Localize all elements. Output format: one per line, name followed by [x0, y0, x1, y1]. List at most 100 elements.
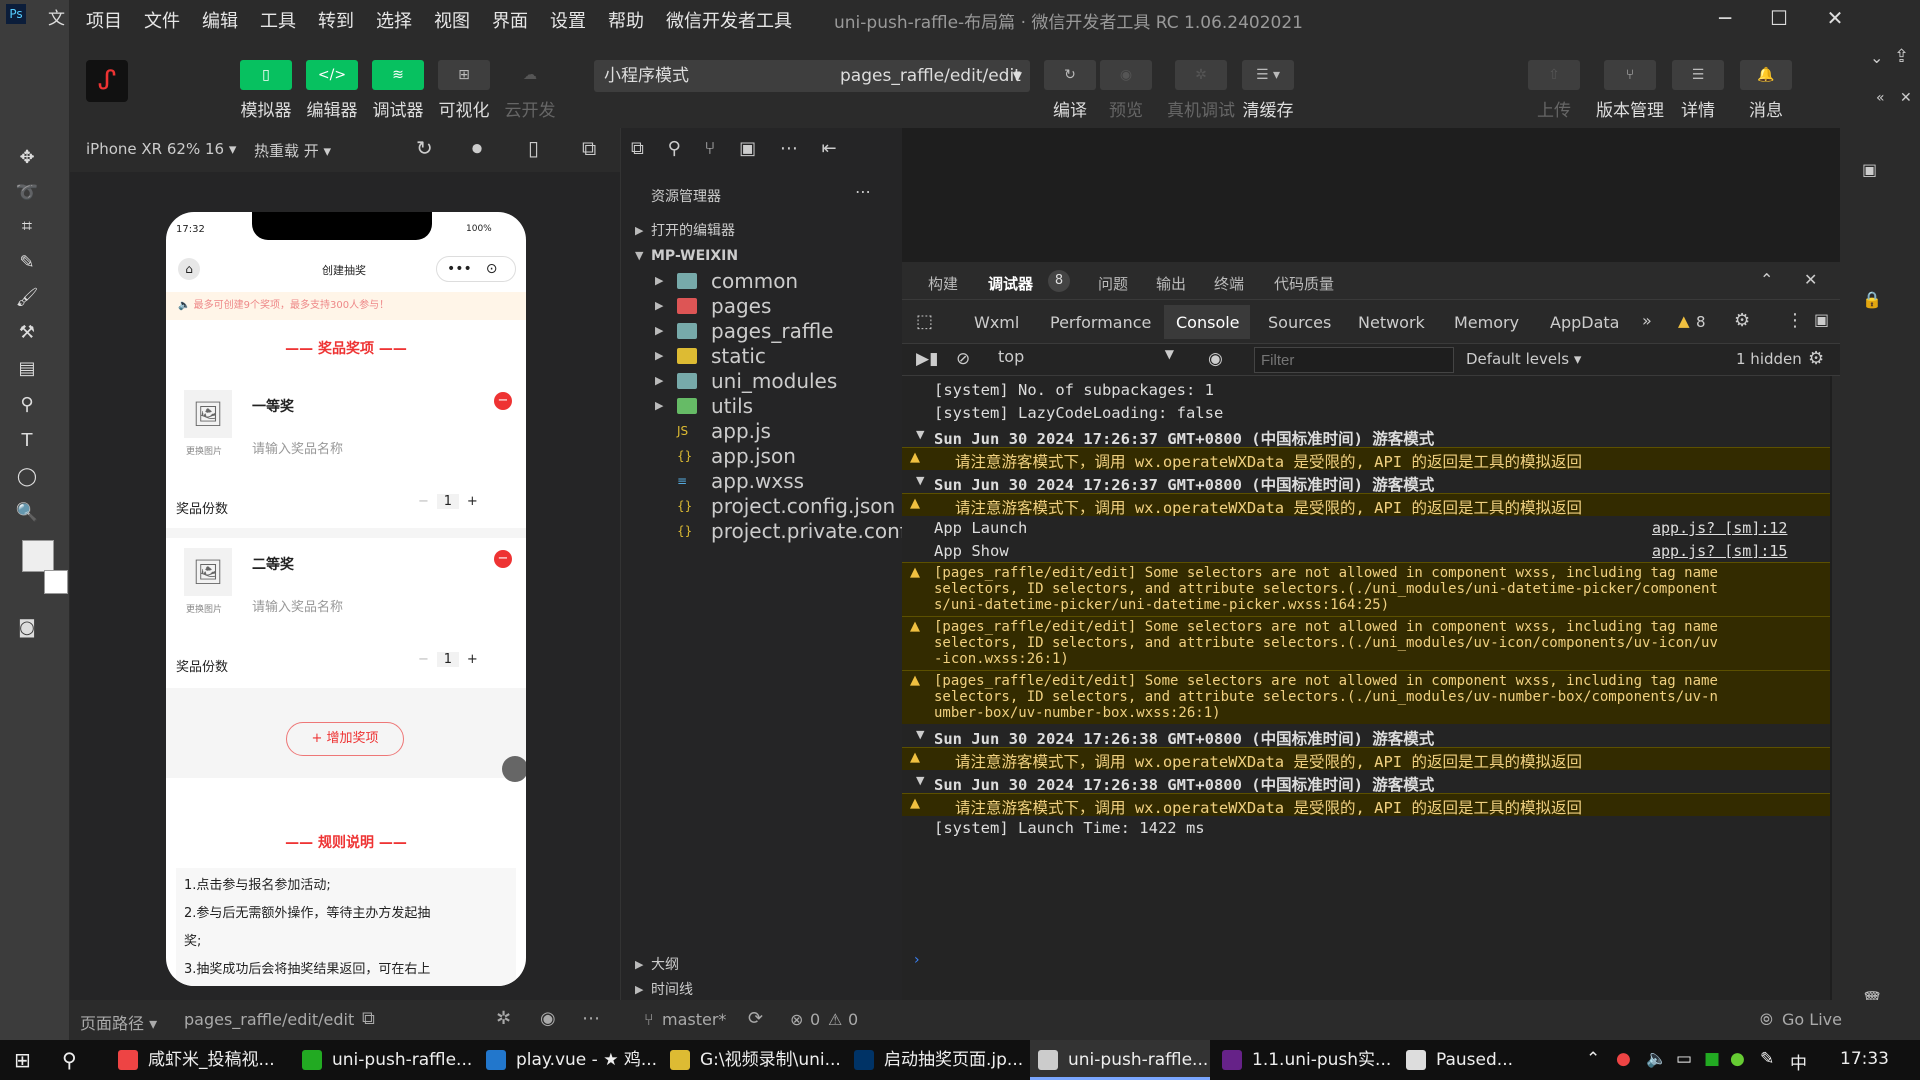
windows-start-icon[interactable]: ⊞	[14, 1048, 31, 1072]
console-group-header[interactable]: Sun Jun 30 2024 17:26:38 GMT+0800 (中国标准时…	[934, 727, 1829, 749]
tray-green-icon[interactable]: ●	[1730, 1049, 1745, 1069]
text-tool-icon[interactable]: T	[14, 428, 40, 454]
quantity-stepper[interactable]: −1 +	[418, 652, 508, 674]
gear-icon[interactable]: ⚙	[1808, 348, 1824, 369]
collapse-icon[interactable]: «	[1876, 90, 1885, 106]
close-icon[interactable]: ✕	[1900, 90, 1912, 106]
search-icon[interactable]: ⚲	[668, 138, 681, 159]
more-icon[interactable]: ⋯	[582, 1008, 600, 1029]
source-link[interactable]: app.js? [sm]:12	[1652, 519, 1787, 537]
hot-reload-toggle[interactable]: 热重载 开 ▾	[254, 140, 331, 161]
chevron-up-icon[interactable]: ⌃	[1586, 1049, 1600, 1069]
page-select[interactable]: pages_raffle/edit/edit ▼	[830, 60, 1030, 92]
capsule-menu[interactable]: ••• ⊙	[436, 256, 516, 282]
clear-cache-button[interactable]: ☰ ▾ 清缓存	[1240, 60, 1296, 121]
change-image-link[interactable]: 更换图片	[186, 444, 222, 457]
stamp-tool-icon[interactable]: ⚒	[14, 320, 40, 346]
device-select[interactable]: iPhone XR 62% 16 ▾	[86, 140, 236, 158]
menu-item[interactable]: 帮助	[608, 7, 644, 33]
menu-item[interactable]: 设置	[550, 7, 586, 33]
warning-count[interactable]: 0	[848, 1010, 858, 1029]
preview-button[interactable]: ◉ 预览	[1098, 60, 1154, 121]
prize-name-input[interactable]: 请输入奖品名称	[252, 438, 343, 457]
tab-build[interactable]: 构建	[928, 273, 958, 294]
console-group-header[interactable]: Sun Jun 30 2024 17:26:38 GMT+0800 (中国标准时…	[934, 773, 1829, 795]
bug-icon[interactable]: ✲	[496, 1008, 511, 1029]
copy-icon[interactable]: ⧉	[362, 1008, 375, 1029]
tab-code-quality[interactable]: 代码质量	[1274, 273, 1334, 294]
console-prompt-icon[interactable]: ›	[914, 952, 920, 968]
menu-item[interactable]: 选择	[376, 7, 412, 33]
tab-debugger[interactable]: 调试器	[988, 273, 1033, 294]
ime-indicator[interactable]: 中	[1790, 1049, 1807, 1074]
go-live-button[interactable]: Go Live	[1782, 1010, 1842, 1029]
nvidia-icon[interactable]: ■	[1704, 1049, 1720, 1069]
menu-item[interactable]: 项目	[86, 7, 122, 33]
chevron-down-icon[interactable]: ⌄	[1870, 48, 1883, 67]
upload-button[interactable]: ⇧ 上传	[1526, 60, 1582, 121]
clear-console-icon[interactable]: ⊘	[956, 349, 970, 369]
change-image-link[interactable]: 更换图片	[186, 602, 222, 615]
reload-icon[interactable]: ↻	[416, 136, 433, 160]
tab-problems[interactable]: 问题	[1098, 273, 1128, 294]
background-color-swatch[interactable]	[44, 570, 68, 594]
tab-wxml[interactable]: Wxml	[974, 313, 1019, 332]
maximize-icon[interactable]: ☐	[1764, 6, 1794, 34]
debugger-button[interactable]: ≋ 调试器	[370, 60, 426, 121]
file-tree-item[interactable]: {} project.private.confi...	[621, 516, 931, 546]
add-prize-button[interactable]: + 增加奖项	[286, 722, 404, 756]
chevron-down-icon[interactable]: ▼	[916, 774, 924, 787]
tab-sources[interactable]: Sources	[1268, 313, 1331, 332]
floating-dot[interactable]	[502, 756, 526, 782]
close-icon[interactable]: ✕	[1820, 6, 1850, 34]
menu-item[interactable]: 微信开发者工具	[666, 7, 792, 33]
move-tool-icon[interactable]: ✥	[14, 145, 40, 171]
popout-icon[interactable]: ⧉	[582, 136, 596, 160]
chevron-down-icon[interactable]: ▼	[916, 728, 924, 741]
real-debug-button[interactable]: ✲ 真机调试	[1166, 60, 1236, 121]
page-path-label[interactable]: 页面路径 ▾	[80, 1010, 157, 1034]
cloud-button[interactable]: ☁ 云开发	[502, 60, 558, 121]
chevron-down-icon[interactable]: ▼	[916, 428, 924, 441]
tab-terminal[interactable]: 终端	[1214, 273, 1244, 294]
ps-menu-label[interactable]: 文	[48, 4, 65, 29]
kebab-icon[interactable]: ⋮	[1786, 310, 1804, 331]
branch-icon[interactable]: ⑂	[705, 138, 716, 159]
volume-icon[interactable]: 🔈	[1646, 1049, 1667, 1069]
editor-button[interactable]: </> 编辑器	[304, 60, 360, 121]
share-icon[interactable]: ⇪	[1894, 46, 1909, 67]
quick-mask-icon[interactable]: ◙	[14, 615, 40, 641]
ellipse-tool-icon[interactable]: ◯	[14, 464, 40, 490]
console-group-header[interactable]: Sun Jun 30 2024 17:26:37 GMT+0800 (中国标准时…	[934, 427, 1829, 449]
lasso-tool-icon[interactable]: ➰	[14, 180, 40, 206]
gear-icon[interactable]: ⚙	[1734, 310, 1750, 331]
tab-network[interactable]: Network	[1358, 313, 1425, 332]
taskbar-app[interactable]: play.vue - ★ 鸡...	[478, 1040, 658, 1080]
gradient-tool-icon[interactable]: ▤	[14, 356, 40, 382]
foreground-color-swatch[interactable]	[22, 540, 54, 572]
menu-item[interactable]: 工具	[260, 7, 296, 33]
close-circle-icon[interactable]: ⊙	[486, 261, 498, 277]
brush-tool-icon[interactable]: 🖌	[14, 285, 40, 311]
zoom-tool-icon[interactable]: 🔍	[14, 500, 40, 526]
menu-item[interactable]: 转到	[318, 7, 354, 33]
quantity-stepper[interactable]: −1 +	[418, 494, 508, 516]
taskbar-app[interactable]: G:\视频录制\uni...	[662, 1040, 842, 1080]
tab-performance[interactable]: Performance	[1050, 313, 1151, 332]
source-link[interactable]: app.js? [sm]:15	[1652, 542, 1787, 560]
menu-item[interactable]: 文件	[144, 7, 180, 33]
tab-appdata[interactable]: AppData	[1550, 313, 1619, 332]
sidebar-toggle-icon[interactable]: ▶▮	[916, 349, 938, 369]
taskbar-app[interactable]: 启动抽奖页面.jp...	[846, 1040, 1026, 1080]
filter-input[interactable]	[1254, 347, 1454, 373]
error-count[interactable]: 0	[810, 1010, 820, 1029]
minimize-icon[interactable]: ─	[1710, 6, 1740, 34]
tab-console[interactable]: Console	[1176, 313, 1240, 332]
context-select[interactable]: top ▼	[998, 347, 1182, 371]
debug-panel-icon[interactable]: ▣	[739, 138, 756, 159]
crop-tool-icon[interactable]: ⌗	[14, 214, 40, 240]
display-icon[interactable]: ▭	[1676, 1049, 1692, 1069]
messages-button[interactable]: 🔔 消息	[1738, 60, 1794, 121]
search-icon[interactable]: ⚲	[62, 1048, 77, 1072]
simulator-button[interactable]: ▯ 模拟器	[238, 60, 294, 121]
